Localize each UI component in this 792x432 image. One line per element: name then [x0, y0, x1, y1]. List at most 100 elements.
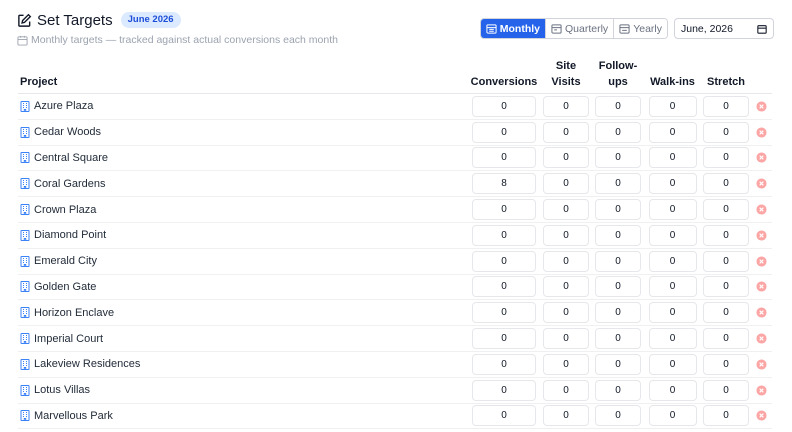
- conversions-input[interactable]: 0: [472, 147, 536, 169]
- follow-ups-input[interactable]: 0: [595, 199, 641, 221]
- period-toggle: Monthly Quarterly Yearly: [479, 18, 668, 39]
- walk-ins-input[interactable]: 0: [648, 147, 697, 169]
- stretch-input[interactable]: 0: [703, 147, 749, 169]
- walk-ins-input[interactable]: 0: [648, 121, 697, 143]
- remove-row-icon[interactable]: [756, 385, 767, 396]
- stretch-input[interactable]: 0: [703, 328, 749, 350]
- header-project: Project: [20, 76, 58, 88]
- follow-ups-input[interactable]: 0: [595, 121, 641, 143]
- walk-ins-input[interactable]: 0: [648, 250, 697, 272]
- follow-ups-input[interactable]: 0: [595, 302, 641, 324]
- site-visits-input[interactable]: 0: [543, 224, 589, 246]
- conversions-input[interactable]: 0: [472, 121, 536, 143]
- remove-row-icon[interactable]: [756, 230, 767, 241]
- stretch-input[interactable]: 0: [703, 276, 749, 298]
- header-site-visits: Site Visits: [551, 60, 581, 88]
- conversions-input[interactable]: 0: [472, 95, 536, 117]
- calendar-icon: [17, 35, 28, 46]
- follow-ups-input[interactable]: 0: [595, 95, 641, 117]
- walk-ins-input[interactable]: 0: [648, 353, 697, 375]
- site-visits-input[interactable]: 0: [543, 302, 589, 324]
- follow-ups-input[interactable]: 0: [595, 328, 641, 350]
- follow-ups-input[interactable]: 0: [595, 405, 641, 427]
- conversions-input[interactable]: 0: [472, 405, 536, 427]
- remove-row-icon[interactable]: [756, 204, 767, 215]
- stretch-input[interactable]: 0: [703, 224, 749, 246]
- site-visits-input[interactable]: 0: [543, 95, 589, 117]
- follow-ups-input[interactable]: 0: [595, 147, 641, 169]
- project-cell: Imperial Court: [18, 333, 468, 345]
- remove-row-icon[interactable]: [756, 101, 767, 112]
- conversions-input[interactable]: 0: [472, 328, 536, 350]
- follow-ups-input[interactable]: 0: [595, 224, 641, 246]
- conversions-input[interactable]: 0: [472, 302, 536, 324]
- conversions-input[interactable]: 0: [472, 199, 536, 221]
- site-visits-input[interactable]: 0: [543, 147, 589, 169]
- tab-quarterly[interactable]: Quarterly: [545, 19, 614, 38]
- site-visits-input[interactable]: 0: [543, 405, 589, 427]
- walk-ins-input[interactable]: 0: [648, 379, 697, 401]
- stretch-input[interactable]: 0: [703, 250, 749, 272]
- remove-row-icon[interactable]: [756, 333, 767, 344]
- site-visits-input[interactable]: 0: [543, 173, 589, 195]
- follow-ups-input[interactable]: 0: [595, 276, 641, 298]
- stretch-input[interactable]: 0: [703, 173, 749, 195]
- tab-yearly[interactable]: Yearly: [613, 19, 667, 38]
- month-picker[interactable]: June, 2026: [674, 18, 774, 39]
- remove-row-icon[interactable]: [756, 281, 767, 293]
- calendar-icon[interactable]: [757, 24, 767, 34]
- follow-ups-input[interactable]: 0: [595, 250, 641, 272]
- site-visits-input[interactable]: 0: [543, 353, 589, 375]
- conversions-input[interactable]: 0: [472, 224, 536, 246]
- remove-row-icon[interactable]: [756, 410, 767, 421]
- walk-ins-input[interactable]: 0: [648, 328, 697, 350]
- site-visits-input[interactable]: 0: [543, 121, 589, 143]
- table-row: Lakeview Residences 0 0 0 0 0: [18, 352, 772, 378]
- site-visits-input[interactable]: 0: [543, 328, 589, 350]
- walk-ins-input[interactable]: 0: [648, 302, 697, 324]
- site-visits-input[interactable]: 0: [543, 379, 589, 401]
- remove-row-icon[interactable]: [756, 256, 767, 267]
- remove-row-icon[interactable]: [756, 359, 767, 370]
- walk-ins-input[interactable]: 0: [648, 224, 697, 246]
- stretch-input[interactable]: 0: [703, 405, 749, 427]
- stretch-input[interactable]: 0: [703, 121, 749, 143]
- stretch-input[interactable]: 0: [703, 199, 749, 221]
- conversions-input[interactable]: 0: [472, 353, 536, 375]
- tab-quarterly-label: Quarterly: [565, 22, 609, 35]
- stretch-input[interactable]: 0: [703, 302, 749, 324]
- building-icon: [20, 100, 30, 112]
- walk-ins-input[interactable]: 0: [648, 173, 697, 195]
- building-icon: [20, 281, 30, 293]
- period-controls: Monthly Quarterly Yearly June, 2026: [479, 18, 774, 39]
- tab-yearly-label: Yearly: [633, 22, 662, 35]
- tab-monthly[interactable]: Monthly: [480, 19, 545, 38]
- conversions-input[interactable]: 0: [472, 379, 536, 401]
- stretch-input[interactable]: 0: [703, 379, 749, 401]
- walk-ins-input[interactable]: 0: [648, 276, 697, 298]
- site-visits-input[interactable]: 0: [543, 250, 589, 272]
- building-icon: [20, 384, 30, 396]
- site-visits-input[interactable]: 0: [543, 199, 589, 221]
- walk-ins-input[interactable]: 0: [648, 199, 697, 221]
- project-cell: Marvellous Park: [18, 410, 468, 422]
- stretch-input[interactable]: 0: [703, 95, 749, 117]
- remove-row-icon[interactable]: [756, 178, 767, 189]
- header-walk-ins: Walk-ins: [650, 76, 695, 88]
- follow-ups-input[interactable]: 0: [595, 379, 641, 401]
- table-row: Lotus Villas 0 0 0 0 0: [18, 378, 772, 404]
- walk-ins-input[interactable]: 0: [648, 95, 697, 117]
- conversions-input[interactable]: 0: [472, 250, 536, 272]
- remove-row-icon[interactable]: [756, 127, 767, 138]
- remove-row-icon[interactable]: [756, 307, 767, 318]
- conversions-input[interactable]: 8: [472, 173, 536, 195]
- conversions-input[interactable]: 0: [472, 276, 536, 298]
- table-row: Emerald City 0 0 0 0 0: [18, 249, 772, 275]
- follow-ups-input[interactable]: 0: [595, 173, 641, 195]
- header-actions: [751, 90, 772, 93]
- stretch-input[interactable]: 0: [703, 353, 749, 375]
- walk-ins-input[interactable]: 0: [648, 405, 697, 427]
- site-visits-input[interactable]: 0: [543, 276, 589, 298]
- remove-row-icon[interactable]: [756, 152, 767, 164]
- follow-ups-input[interactable]: 0: [595, 353, 641, 375]
